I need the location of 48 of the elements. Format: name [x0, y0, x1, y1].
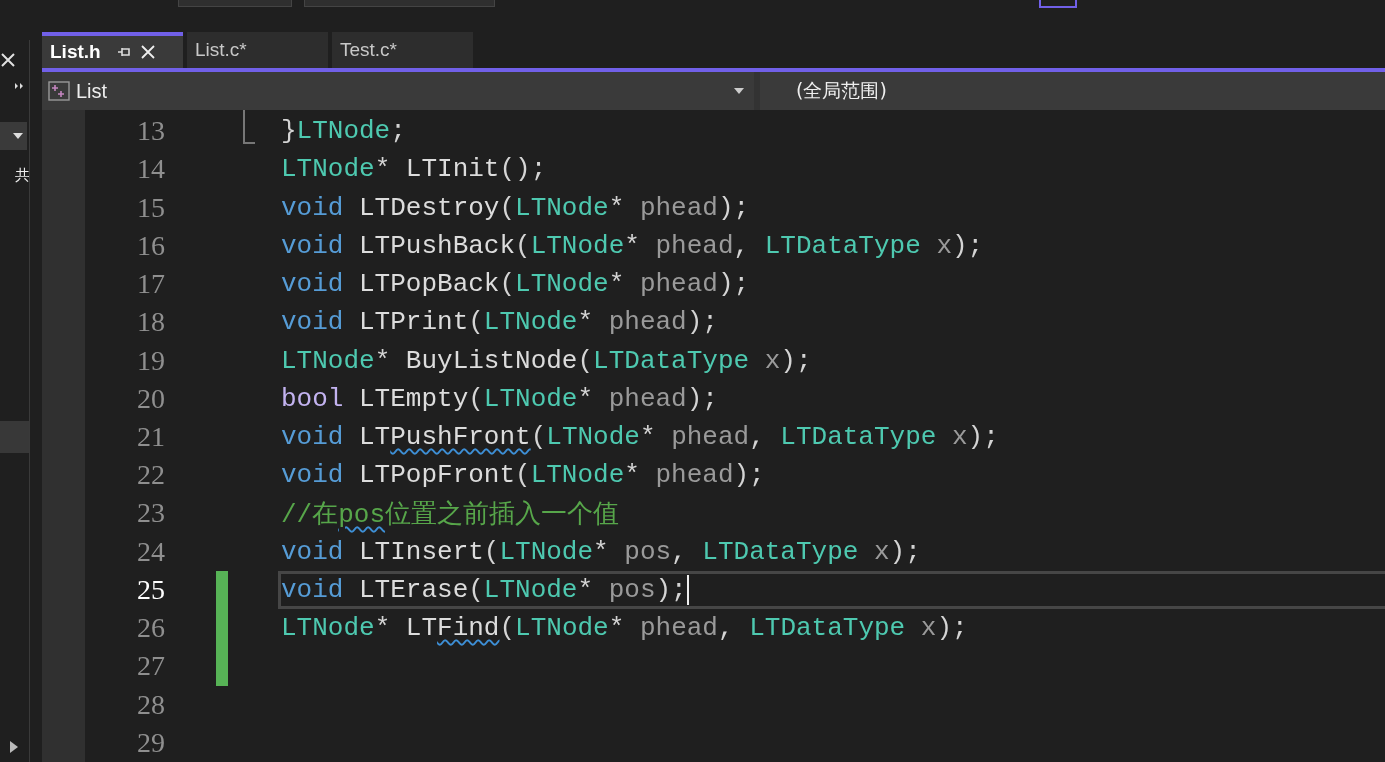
code-line: void LTPushBack(LTNode* phead, LTDataType x);	[281, 230, 984, 261]
line-number: 19	[136, 344, 165, 377]
code-line: void LTPushFront(LTNode* phead, LTDataType x);	[281, 422, 999, 452]
code-line: }LTNode;	[281, 116, 406, 147]
line-number: 28	[136, 688, 165, 721]
caret-icon	[13, 133, 23, 139]
code-line: LTNode* BuyListNode(LTDataType x);	[281, 345, 812, 376]
line-number: 26	[136, 612, 165, 645]
code-line: void LTDestroy(LTNode* phead);	[281, 192, 750, 223]
code-line: bool LTEmpty(LTNode* phead);	[281, 383, 718, 414]
text-cursor	[686, 574, 689, 605]
code-line: void LTErase(LTNode* pos);	[281, 574, 687, 605]
close-icon[interactable]	[140, 45, 155, 59]
line-number: 20	[136, 382, 165, 415]
line-number: 29	[136, 726, 165, 759]
line-number: 27	[136, 650, 165, 683]
code-line: LTNode* LTFind(LTNode* phead, LTDataType x);	[281, 613, 968, 644]
dropdown[interactable]	[0, 122, 27, 150]
bracket-guide	[243, 110, 255, 144]
line-number: 14	[136, 153, 165, 186]
file-tab[interactable]: List.h	[42, 32, 183, 68]
line-number: 17	[136, 268, 165, 301]
line-number: 23	[136, 497, 165, 530]
line-number: 24	[136, 535, 165, 568]
expand-arrow-icon[interactable]	[10, 741, 18, 753]
caret-icon	[734, 88, 744, 94]
pin-icon[interactable]	[116, 46, 131, 58]
close-icon[interactable]	[0, 52, 16, 68]
chevrons-icon[interactable]	[14, 82, 24, 90]
line-number: 15	[136, 191, 165, 224]
scope-dropdown[interactable]: (全局范围)	[760, 78, 887, 104]
panel-text: 共	[15, 166, 29, 185]
code-line: void LTPopBack(LTNode* phead);	[281, 269, 750, 300]
line-number: 25	[136, 573, 165, 606]
line-number: 13	[136, 115, 165, 148]
code-line: //在pos位置之前插入一个值	[281, 498, 620, 531]
line-number: 22	[136, 459, 165, 492]
code-line: void LTPopFront(LTNode* phead);	[281, 460, 765, 491]
line-number: 21	[136, 421, 165, 453]
line-number: 16	[136, 229, 165, 262]
file-tab[interactable]: List.c*	[187, 32, 328, 68]
project-icon	[48, 81, 70, 101]
code-line: LTNode* LTInit();	[281, 154, 547, 185]
file-tab[interactable]: Test.c*	[332, 32, 473, 68]
code-line: void LTPrint(LTNode* phead);	[281, 307, 718, 338]
toolbar-button[interactable]	[1039, 0, 1077, 8]
code-line: void LTInsert(LTNode* pos, LTDataType x);	[281, 536, 921, 567]
line-number: 18	[136, 306, 165, 339]
